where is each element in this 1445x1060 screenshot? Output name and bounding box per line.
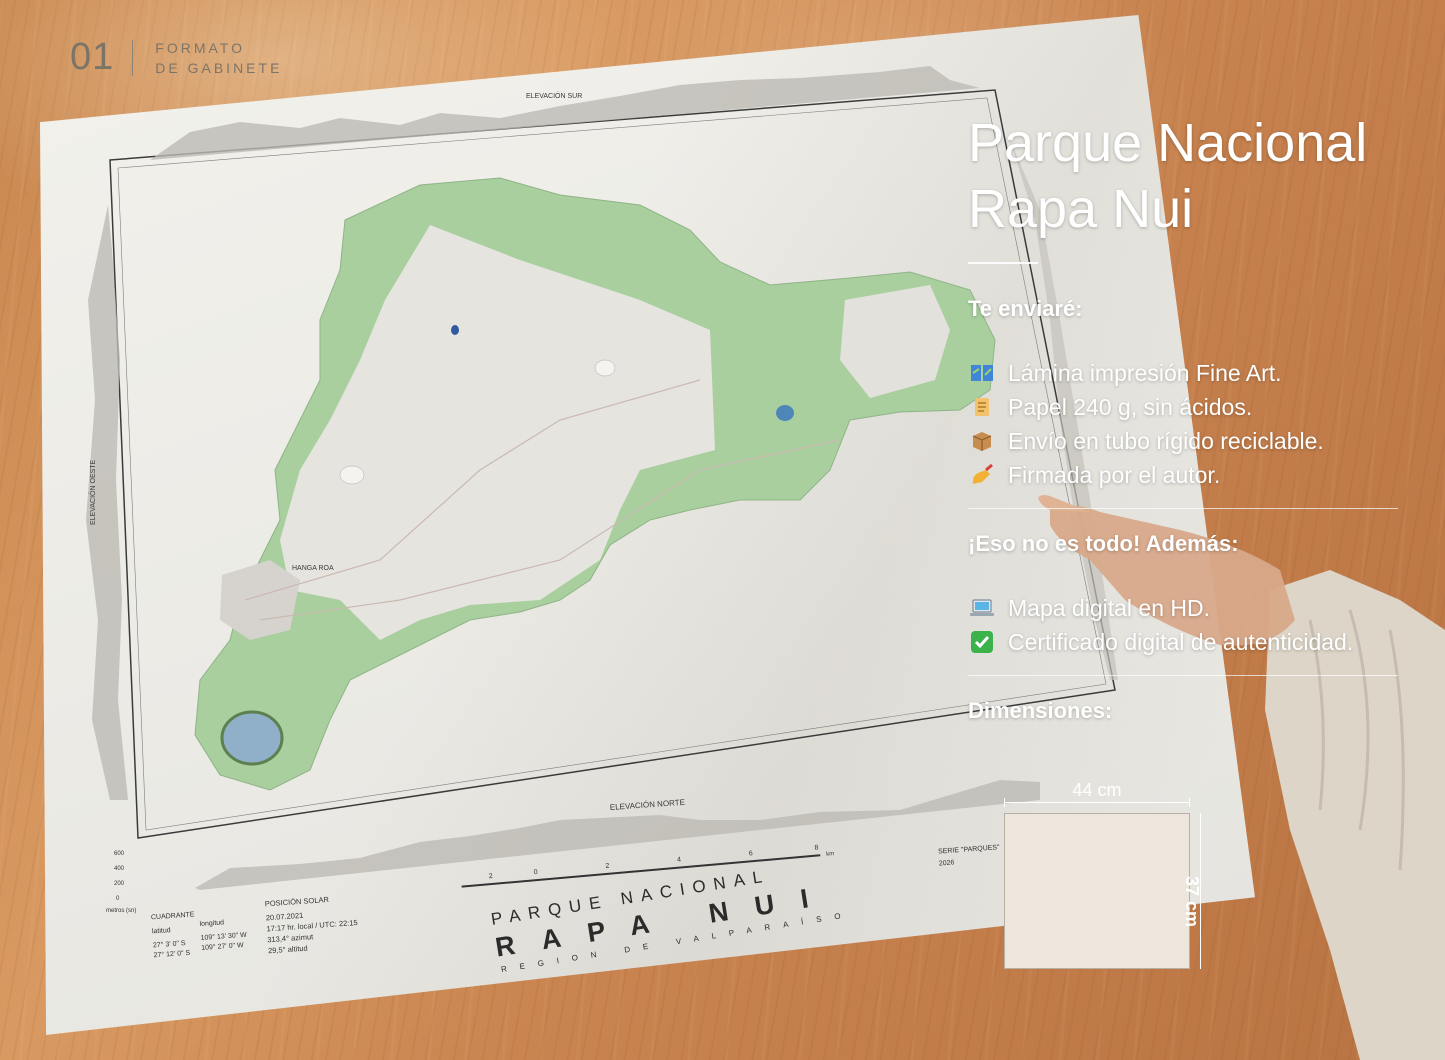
solar-date: 20.07.2021 — [265, 911, 303, 923]
town-area — [220, 560, 300, 640]
info-panel: Parque Nacional Rapa Nui Te enviaré: Lám… — [968, 110, 1400, 758]
longitude-label: longitud — [199, 919, 224, 928]
solar-azimut: 313,4° azimut — [267, 932, 314, 944]
check-mark-icon — [968, 629, 996, 655]
elev-tick-400: 400 — [114, 866, 125, 872]
lake-dot — [451, 325, 459, 335]
south-elevation-profile — [150, 66, 980, 160]
elev-tick-200: 200 — [114, 881, 125, 887]
laptop-icon — [968, 595, 996, 621]
list-item: Envío en tubo rígido reciclable. — [968, 424, 1400, 458]
elev-tick-0: 0 — [116, 896, 120, 902]
item-text: Papel 240 g, sin ácidos. — [1008, 393, 1253, 420]
title-underline — [968, 262, 1038, 264]
section-additional: ¡Eso no es todo! Además: — [968, 531, 1239, 556]
package-icon — [968, 428, 996, 454]
hill-2 — [339, 465, 365, 485]
serie-year: 2026 — [939, 859, 955, 867]
scale-tick-2: 2 — [605, 863, 610, 870]
width-label: 44 cm — [1072, 780, 1122, 800]
serie-block: SERIE "PARQUES" 2026 — [938, 844, 1000, 867]
scroll-icon — [968, 394, 996, 420]
longitude-1: 109° 13' 30" W — [200, 931, 247, 942]
list-item: Lámina impresión Fine Art. — [968, 356, 1400, 390]
dimensions-diagram: 44 cm 37 cm — [1004, 780, 1244, 980]
quadrant-block: CUADRANTE latitud longitud 27° 3' 0" S 2… — [151, 911, 248, 960]
item-text: Certificado digital de autenticidad. — [1008, 628, 1354, 655]
title-line-1: Parque Nacional — [968, 113, 1368, 173]
elev-tick-600: 600 — [114, 851, 125, 857]
solar-block: POSICIÓN SOLAR 20.07.2021 17:17 hr. loca… — [264, 895, 357, 956]
solar-altitude: 29,5° altitud — [268, 944, 308, 956]
longitude-2: 109° 27' 0" W — [201, 941, 244, 952]
hill-1 — [594, 359, 616, 377]
list-item: Certificado digital de autenticidad. — [968, 625, 1400, 659]
quadrant-title: CUADRANTE — [151, 911, 195, 921]
map-book-icon — [968, 360, 996, 386]
divider — [968, 508, 1398, 509]
scale-tick-5: 8 — [814, 844, 819, 851]
crater-rano-raraku — [776, 405, 794, 421]
item-text: Mapa digital en HD. — [1008, 594, 1210, 621]
page-title: Parque Nacional Rapa Nui — [968, 110, 1400, 242]
elevation-south-label: ELEVACIÓN SUR — [526, 91, 582, 100]
crater-rano-kau — [220, 710, 284, 766]
item-text: Envío en tubo rígido reciclable. — [1008, 427, 1324, 454]
solar-title: POSICIÓN SOLAR — [264, 895, 329, 908]
scale-tick-4: 6 — [749, 850, 754, 857]
town-label: HANGA ROA — [292, 565, 334, 572]
size-box — [1004, 813, 1190, 969]
map-title-block: PARQUE NACIONAL RAPA NUI REGION DE VALPA… — [490, 866, 854, 974]
serie-label: SERIE "PARQUES" — [938, 844, 1000, 855]
list-item: Firmada por el autor. — [968, 458, 1400, 492]
item-text: Firmada por el autor. — [1008, 461, 1221, 488]
section-you-get: Te enviaré: — [968, 296, 1083, 321]
elevation-legend: 600 400 200 0 metros (sn) — [106, 851, 136, 914]
scale-tick-3: 4 — [677, 856, 682, 863]
writing-hand-icon — [968, 462, 996, 488]
latitude-label: latitud — [152, 927, 171, 935]
width-line — [1004, 798, 1190, 807]
scale-unit: km — [826, 851, 834, 858]
divider — [968, 675, 1398, 676]
list-item: Mapa digital en HD. — [968, 591, 1400, 625]
latitude-2: 27° 12' 0" S — [153, 949, 190, 960]
scale-tick-0: 2 — [489, 873, 494, 880]
latitude-1: 27° 3' 0" S — [153, 939, 187, 949]
elevation-north-label: ELEVACIÓN NORTE — [610, 798, 686, 812]
item-text: Lámina impresión Fine Art. — [1008, 359, 1282, 386]
elevation-west-label: ELEVACIÓN OESTE — [88, 459, 97, 525]
section-dimensions: Dimensiones: — [968, 698, 1113, 723]
scale-tick-1: 0 — [533, 869, 538, 876]
list-item: Papel 240 g, sin ácidos. — [968, 390, 1400, 424]
title-line-2: Rapa Nui — [968, 179, 1194, 239]
height-label: 37 cm — [1182, 876, 1202, 928]
elev-unit: metros (sn) — [106, 908, 136, 914]
